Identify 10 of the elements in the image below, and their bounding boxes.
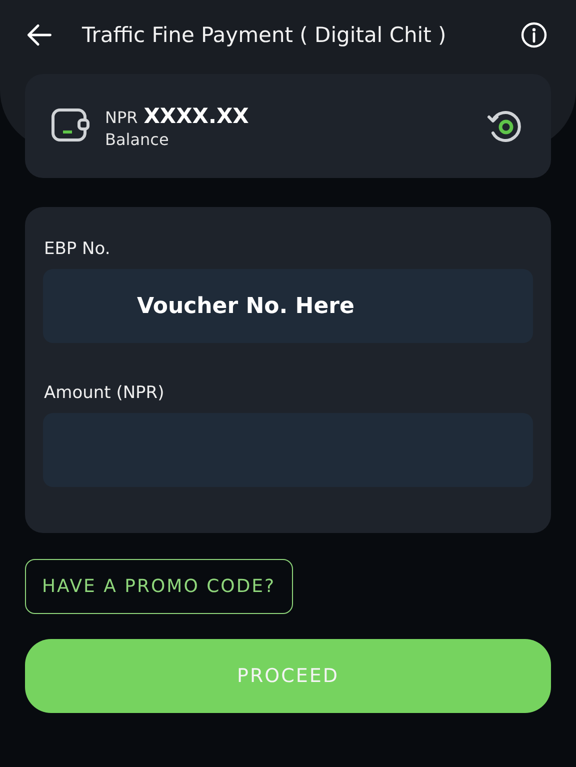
- screen-title: Traffic Fine Payment ( Digital Chit ): [82, 23, 448, 47]
- wallet-icon: [51, 108, 91, 144]
- input-field[interactable]: Voucher No. Here: [43, 269, 533, 343]
- balance-amount: XXXX.XX: [144, 104, 249, 128]
- promo-code-button[interactable]: HAVE A PROMO CODE?: [25, 559, 293, 614]
- info-icon[interactable]: [520, 21, 548, 49]
- balance-label: Balance: [105, 130, 170, 148]
- field-label: EBP No.: [44, 239, 112, 259]
- currency-label: NPR: [105, 108, 138, 126]
- field-label: Amount (NPR): [44, 383, 166, 403]
